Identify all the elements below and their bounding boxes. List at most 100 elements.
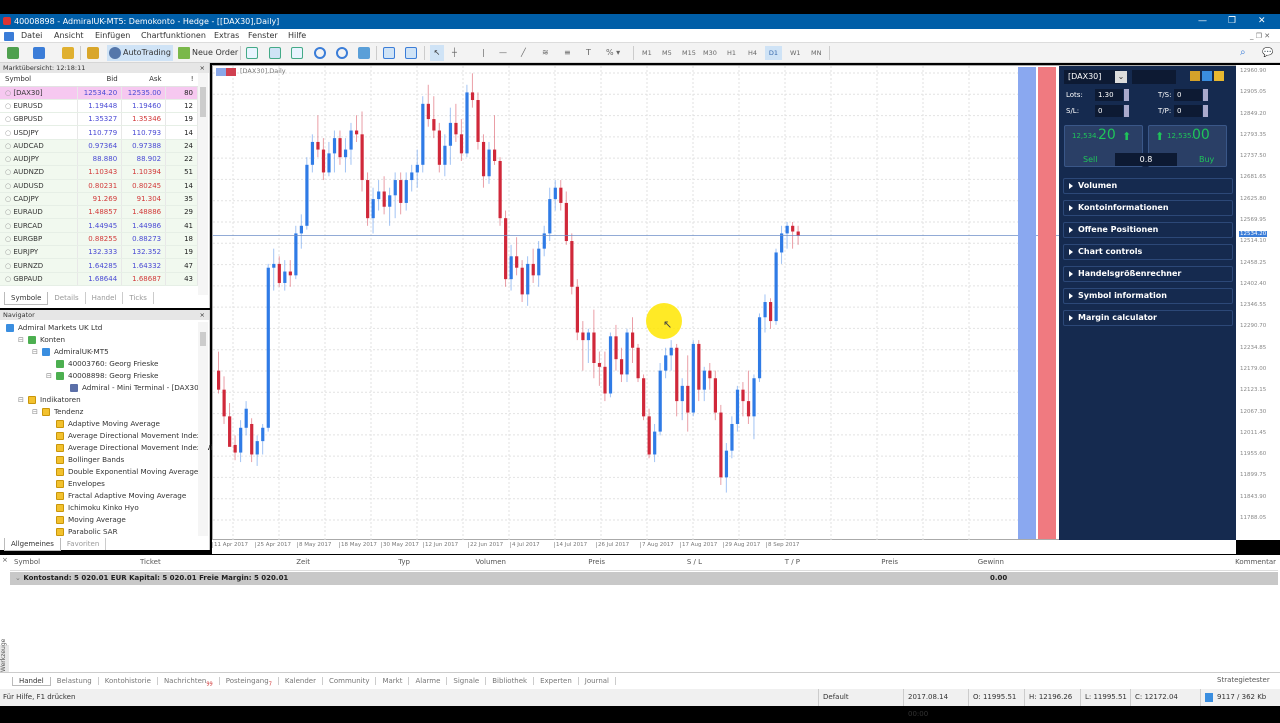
collapse-icon[interactable]: ⊟: [32, 346, 38, 358]
menu-chartfunktionen[interactable]: Chartfunktionen: [141, 29, 206, 43]
market-watch-row[interactable]: ○ EURCAD 1.44945 1.44986 41: [0, 218, 198, 233]
navigator-item[interactable]: Admiral Markets UK Ltd: [18, 322, 102, 334]
menu-ansicht[interactable]: Ansicht: [54, 29, 84, 43]
zoom-out-icon[interactable]: [336, 47, 348, 59]
column-header[interactable]: Kommentar: [1235, 558, 1276, 566]
column-header[interactable]: Preis: [881, 558, 898, 566]
lots-stepper[interactable]: [1124, 89, 1129, 101]
navigator-item[interactable]: Average Directional Movement Index: [68, 430, 201, 442]
navigator-item[interactable]: Moving Average: [68, 514, 126, 526]
toolbox-tab[interactable]: Bibliothek: [486, 677, 535, 685]
col-ask[interactable]: Ask: [121, 73, 166, 87]
timeframe-w1[interactable]: W1: [788, 46, 803, 60]
menu-fenster[interactable]: Fenster: [248, 29, 278, 43]
navigator-item[interactable]: Bollinger Bands: [68, 454, 124, 466]
column-header[interactable]: Zeit: [296, 558, 310, 566]
link-icon[interactable]: [1190, 71, 1200, 81]
bar-chart-icon[interactable]: [246, 47, 258, 59]
shapes-icon[interactable]: % ▾: [606, 45, 620, 61]
toolbox-tab[interactable]: Alarme: [409, 677, 448, 685]
toolbox-tab[interactable]: Experten: [534, 677, 579, 685]
chevron-down-icon[interactable]: ⌄: [1115, 71, 1127, 83]
line-chart-icon[interactable]: [291, 47, 303, 59]
toolbox-tab[interactable]: Belastung: [50, 677, 99, 685]
timeframe-m1[interactable]: M1: [640, 46, 654, 60]
symbol-select[interactable]: [DAX30]: [1064, 70, 1120, 84]
zoom-in-icon[interactable]: [314, 47, 326, 59]
menu-datei[interactable]: Datei: [21, 29, 42, 43]
market-watch-row[interactable]: ○ AUDJPY 88.880 88.902 22: [0, 152, 198, 167]
tile-windows-icon[interactable]: [358, 47, 370, 59]
timeframe-m15[interactable]: M15: [680, 46, 698, 60]
horizontal-line-icon[interactable]: —: [499, 45, 507, 61]
tp-stepper[interactable]: [1203, 105, 1208, 117]
market-watch-row[interactable]: ○ EURGBP 0.88255 0.88273 18: [0, 232, 198, 247]
column-header[interactable]: T / P: [785, 558, 800, 566]
market-watch-row[interactable]: ○ AUDNZD 1.10343 1.10394 51: [0, 165, 198, 180]
collapse-icon[interactable]: ⊟: [18, 334, 24, 346]
market-watch-scrollbar[interactable]: [198, 73, 208, 295]
search-icon[interactable]: ⌕: [1240, 45, 1246, 61]
menu-einfuegen[interactable]: Einfügen: [95, 29, 130, 43]
tab-details[interactable]: Details: [48, 292, 86, 304]
tab-ticks[interactable]: Ticks: [123, 292, 154, 304]
profile-name[interactable]: Default: [818, 689, 903, 706]
col-spread[interactable]: !: [165, 73, 198, 87]
channel-icon[interactable]: ≋: [542, 45, 549, 61]
tab-allgemeines[interactable]: Allgemeines: [4, 538, 61, 551]
timeframe-m5[interactable]: M5: [660, 46, 674, 60]
lots-input[interactable]: 1.30: [1095, 89, 1123, 101]
collapse-icon[interactable]: ⊟: [46, 370, 52, 382]
toolbox-tab[interactable]: Handel: [12, 677, 51, 686]
col-bid[interactable]: Bid: [77, 73, 122, 87]
navigator-item[interactable]: Double Exponential Moving Average: [68, 466, 198, 478]
accordion-section[interactable]: Handelsgrößenrechner: [1063, 266, 1233, 282]
market-watch-row[interactable]: ○ USDJPY 110.779 110.793 14: [0, 125, 198, 140]
navigator-item[interactable]: 40003760: Georg Frieske: [68, 358, 158, 370]
close-icon[interactable]: ×: [2, 556, 8, 564]
collapse-icon[interactable]: ⊟: [18, 394, 24, 406]
column-header[interactable]: Volumen: [476, 558, 506, 566]
timeframe-d1[interactable]: D1: [765, 46, 782, 60]
market-watch-row[interactable]: ○ GBPAUD 1.68644 1.68687 43: [0, 272, 198, 286]
navigator-item[interactable]: Indikatoren: [40, 394, 81, 406]
navigator-item[interactable]: Ichimoku Kinko Hyo: [68, 502, 139, 514]
ts-input[interactable]: 0: [1174, 89, 1202, 101]
sl-input[interactable]: 0: [1095, 105, 1123, 117]
grid-icon[interactable]: [1214, 71, 1224, 81]
toolbox-tab[interactable]: Journal: [578, 677, 617, 685]
menu-hilfe[interactable]: Hilfe: [288, 29, 306, 43]
autotrading-button[interactable]: AutoTrading: [107, 45, 173, 61]
accordion-section[interactable]: Symbol information: [1063, 288, 1233, 304]
restore-button[interactable]: ❐: [1228, 14, 1236, 29]
market-watch-row[interactable]: ○ EURJPY 132.333 132.352 19: [0, 245, 198, 260]
market-watch-row[interactable]: ○ CADJPY 91.269 91.304 35: [0, 192, 198, 207]
accordion-section[interactable]: Volumen: [1063, 178, 1233, 194]
column-header[interactable]: Gewinn: [978, 558, 1004, 566]
toolbox-tab[interactable]: Nachrichten99: [157, 677, 220, 687]
strategy-tester-button[interactable]: Strategietester: [1217, 676, 1270, 684]
trendline-icon[interactable]: ╱: [521, 45, 526, 61]
market-watch-row[interactable]: ○ EURAUD 1.48857 1.48886 29: [0, 205, 198, 220]
toolbox-tab[interactable]: Kalender: [278, 677, 323, 685]
toolbox-tab[interactable]: Posteingang7: [219, 677, 279, 687]
close-icon[interactable]: ×: [200, 310, 205, 320]
tab-favoriten[interactable]: Favoriten: [61, 538, 107, 550]
accordion-section[interactable]: Chart controls: [1063, 244, 1233, 260]
market-watch-row[interactable]: ○ EURNZD 1.64285 1.64332 47: [0, 258, 198, 273]
market-icon[interactable]: [87, 47, 99, 59]
collapse-icon[interactable]: ⊟: [32, 406, 38, 418]
candlestick-chart-icon[interactable]: [269, 47, 281, 59]
vertical-line-icon[interactable]: |: [482, 45, 485, 61]
close-icon[interactable]: ×: [200, 63, 205, 73]
column-header[interactable]: Ticket: [140, 558, 161, 566]
toolbox-tab[interactable]: Markt: [376, 677, 410, 685]
cursor-icon[interactable]: ↖: [430, 45, 444, 61]
navigator-item[interactable]: Envelopes: [68, 478, 105, 490]
auto-scroll-icon[interactable]: [383, 47, 395, 59]
accordion-section[interactable]: Kontoinformationen: [1063, 200, 1233, 216]
fibonacci-icon[interactable]: ≡: [564, 45, 571, 61]
timeframe-h1[interactable]: H1: [725, 46, 738, 60]
col-symbol[interactable]: Symbol: [0, 73, 78, 87]
tp-input[interactable]: 0: [1174, 105, 1202, 117]
